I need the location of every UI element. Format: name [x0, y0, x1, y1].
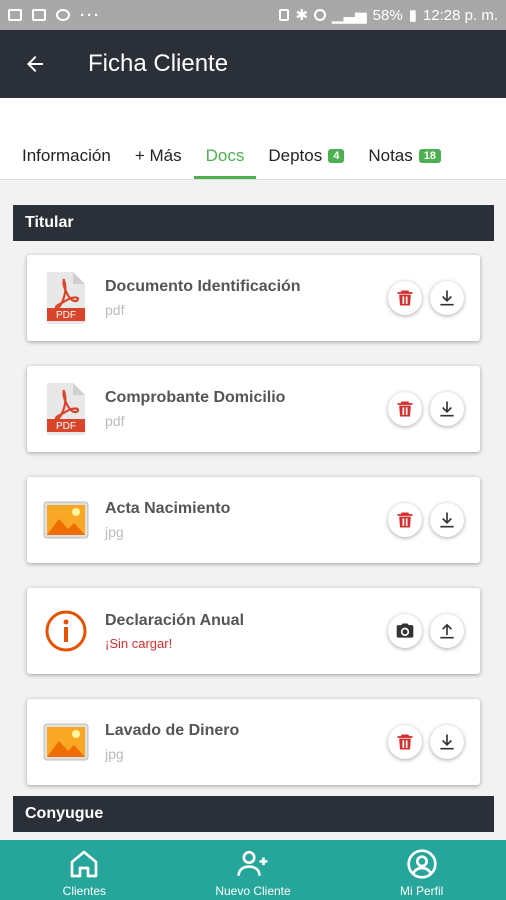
trash-icon [397, 512, 413, 528]
info-icon [27, 588, 105, 674]
tab-label: + Más [134, 146, 182, 165]
nav-label: Mi Perfil [400, 884, 444, 898]
delete-button[interactable] [388, 503, 422, 537]
download-button[interactable] [430, 725, 464, 759]
image-icon [27, 699, 105, 785]
download-button[interactable] [430, 281, 464, 315]
document-card[interactable]: PDF Comprobante Domicilio pdf [27, 366, 480, 452]
document-title: Acta Nacimiento [105, 500, 231, 517]
pdf-icon: PDF [27, 366, 105, 452]
home-icon [70, 850, 98, 878]
document-card[interactable]: Declaración Anual ¡Sin cargar! [27, 588, 480, 674]
document-type: jpg [105, 746, 124, 762]
nav-mi-perfil[interactable]: Mi Perfil [337, 840, 506, 900]
arrow-left-icon [27, 56, 43, 72]
add-user-icon [237, 850, 268, 876]
upload-button[interactable] [430, 614, 464, 648]
sync-notification-icon [56, 9, 70, 21]
pdf-icon: PDF [27, 255, 105, 341]
tab-bar: Información + Más Docs Deptos 4 Notas 18 [0, 98, 506, 180]
tab-notas[interactable]: Notas 18 [356, 146, 453, 179]
app-bar: Ficha Cliente [0, 30, 506, 98]
tab-label: Docs [205, 146, 245, 165]
upload-status: ¡Sin cargar! [105, 635, 173, 651]
page-title: Ficha Cliente [88, 50, 229, 77]
status-bar: ··· ✱ ▁▃▅ 58% ▮ 12:28 p. m. [0, 0, 506, 30]
camera-icon [396, 623, 414, 638]
trash-icon [397, 401, 413, 417]
tab-label: Notas [368, 146, 413, 165]
delete-button[interactable] [388, 281, 422, 315]
upload-icon [440, 623, 454, 639]
gallery-notification-icon [8, 9, 22, 21]
battery-level: 58% [372, 6, 403, 24]
document-card[interactable]: Acta Nacimiento jpg [27, 477, 480, 563]
document-type: pdf [105, 302, 125, 318]
download-icon [440, 290, 454, 306]
signal-icon: ▁▃▅ [332, 7, 367, 24]
nav-label: Clientes [62, 884, 107, 898]
document-card[interactable]: PDF Documento Identificación pdf [27, 255, 480, 341]
camera-button[interactable] [388, 614, 422, 648]
delete-button[interactable] [388, 725, 422, 759]
document-card[interactable]: Lavado de Dinero jpg [27, 699, 480, 785]
alarm-icon [314, 9, 327, 21]
document-title: Declaración Anual [105, 611, 245, 629]
download-icon [440, 401, 454, 417]
nav-label: Nuevo Cliente [215, 884, 291, 898]
status-right: ✱ ▁▃▅ 58% ▮ 12:28 p. m. [279, 6, 498, 24]
download-icon [440, 734, 454, 750]
profile-icon [407, 849, 437, 879]
trash-icon [397, 290, 413, 306]
download-button[interactable] [430, 503, 464, 537]
svg-text:PDF: PDF [56, 421, 76, 432]
count-badge: 4 [328, 149, 345, 163]
nav-clientes[interactable]: Clientes [0, 840, 169, 900]
download-button[interactable] [430, 392, 464, 426]
trash-icon [397, 734, 413, 750]
nav-nuevo-cliente[interactable]: Nuevo Cliente [169, 840, 338, 900]
clock: 12:28 p. m. [422, 6, 498, 24]
tab-docs[interactable]: Docs [193, 146, 257, 179]
bottom-navigation: Clientes Nuevo Cliente Mi Perfil [0, 840, 506, 900]
svg-text:PDF: PDF [56, 310, 76, 321]
bluetooth-icon: ✱ [295, 7, 309, 24]
status-left: ··· [8, 7, 101, 24]
delete-button[interactable] [388, 392, 422, 426]
document-type: pdf [105, 413, 125, 429]
image-icon [27, 477, 105, 563]
document-title: Comprobante Domicilio [105, 389, 286, 406]
section-header-conyugue: Conyugue [13, 796, 494, 832]
screen-notification-icon [32, 9, 46, 21]
document-title: Documento Identificación [105, 278, 301, 295]
more-notifications-icon: ··· [80, 6, 101, 24]
document-type: jpg [105, 524, 124, 540]
tab-informacion[interactable]: Información [10, 146, 123, 179]
tab-label: Deptos [268, 146, 323, 165]
tab-deptos[interactable]: Deptos 4 [256, 146, 356, 179]
back-button[interactable] [0, 30, 70, 98]
count-badge: 18 [418, 149, 442, 163]
tab-label: Información [22, 146, 111, 165]
battery-icon: ▮ [408, 7, 417, 24]
download-icon [440, 512, 454, 528]
tab-mas[interactable]: + Más [123, 146, 194, 179]
document-title: Lavado de Dinero [105, 722, 240, 739]
lock-icon [279, 9, 290, 21]
section-header-titular: Titular [13, 205, 494, 241]
